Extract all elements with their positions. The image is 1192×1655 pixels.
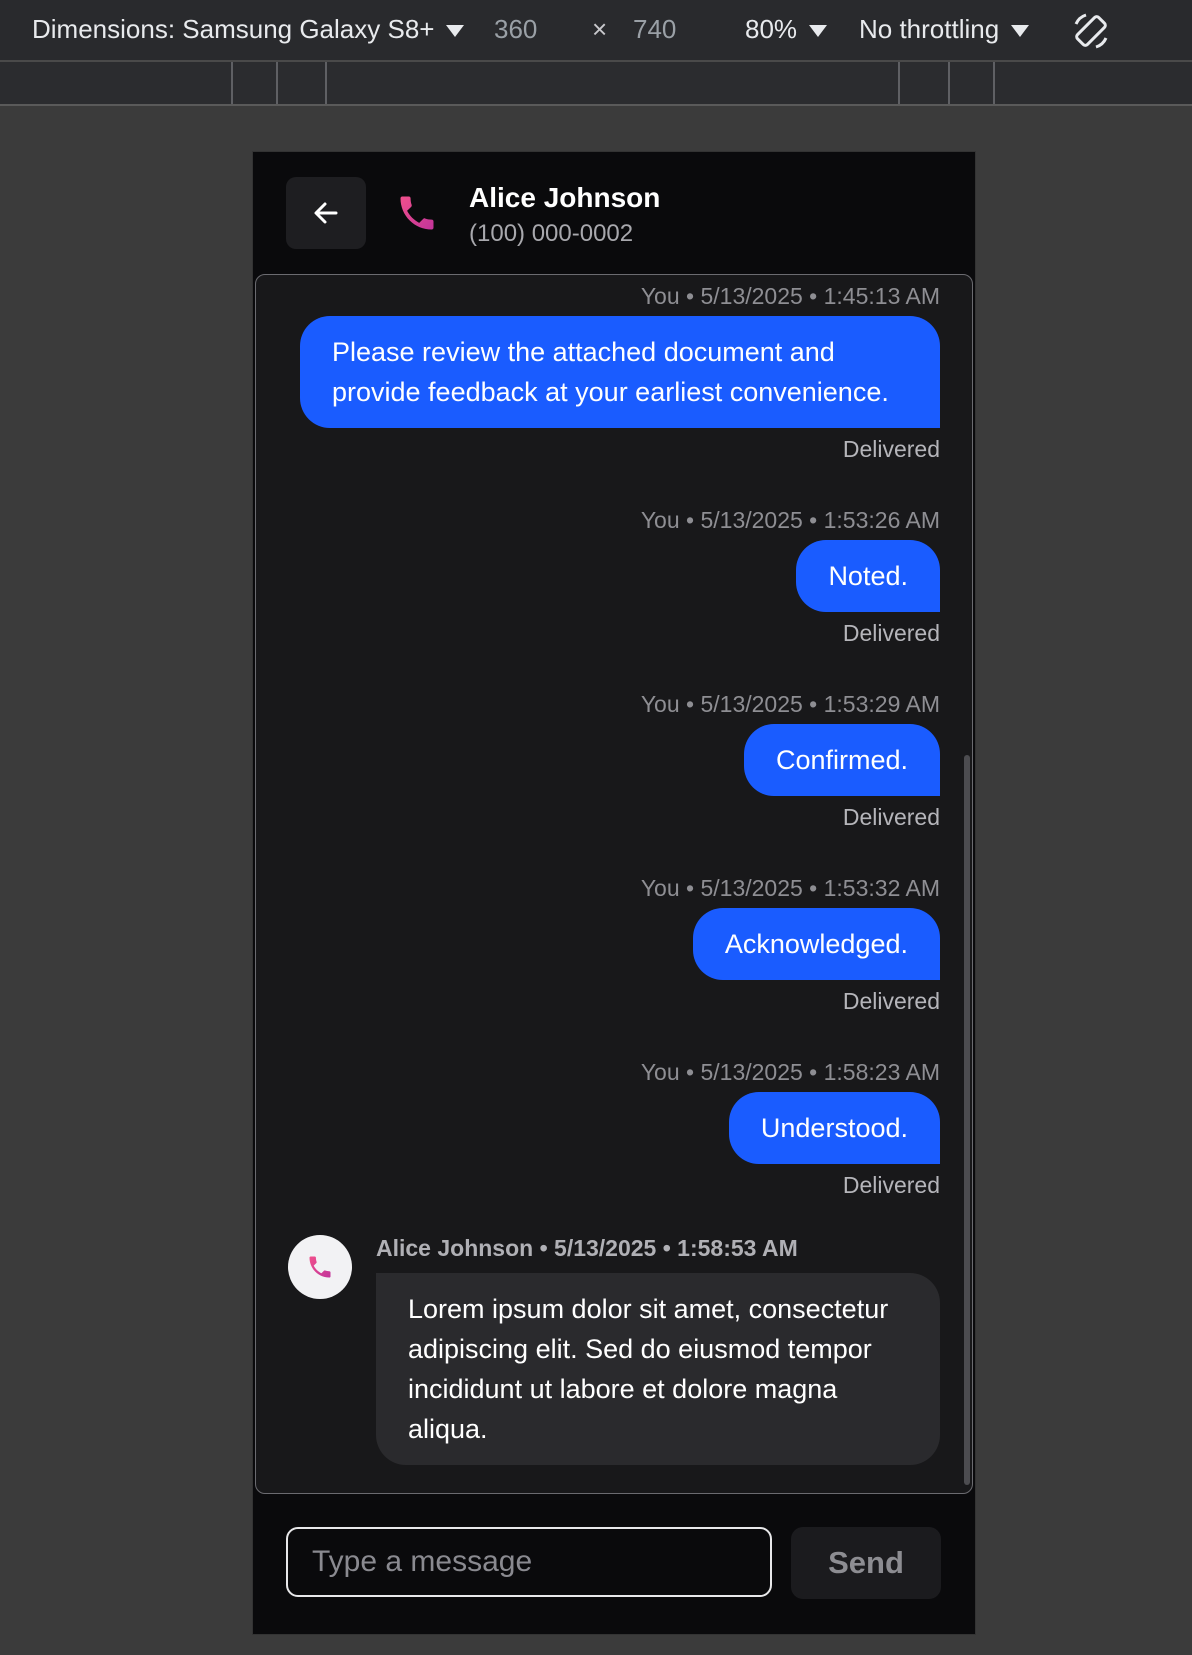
message-status: Delivered bbox=[842, 988, 940, 1014]
message-outgoing: You • 5/13/2025 • 1:53:32 AM Acknowledge… bbox=[641, 875, 940, 1015]
chevron-down-icon bbox=[809, 25, 828, 38]
ruler-tick[interactable] bbox=[276, 62, 278, 104]
chevron-down-icon bbox=[1011, 25, 1030, 38]
message-meta: You • 5/13/2025 • 1:45:13 AM bbox=[640, 283, 940, 309]
device-label: Dimensions: Samsung Galaxy S8+ bbox=[32, 14, 435, 44]
message-status: Delivered bbox=[842, 1172, 940, 1198]
message-bubble: Noted. bbox=[796, 540, 940, 612]
chevron-down-icon bbox=[446, 25, 465, 38]
ruler-tick[interactable] bbox=[898, 62, 900, 104]
message-outgoing: You • 5/13/2025 • 1:53:26 AM Noted. Deli… bbox=[641, 507, 940, 647]
width-input[interactable]: 360 bbox=[494, 14, 537, 45]
message-bubble: Please review the attached document and … bbox=[300, 316, 940, 428]
send-button[interactable]: Send bbox=[791, 1527, 941, 1599]
rotate-icon[interactable] bbox=[1070, 10, 1112, 59]
phone-icon bbox=[309, 1256, 331, 1278]
throttling-label: No throttling bbox=[859, 14, 1000, 44]
throttling-selector[interactable]: No throttling bbox=[859, 14, 1030, 45]
zoom-selector[interactable]: 80% bbox=[745, 14, 828, 45]
scrollbar-thumb[interactable] bbox=[964, 755, 970, 1485]
contact-number: (100) 000-0002 bbox=[469, 220, 634, 247]
message-outgoing: You • 5/13/2025 • 1:45:13 AM Please revi… bbox=[300, 283, 940, 463]
contact-name: Alice Johnson bbox=[469, 182, 661, 213]
message-meta: You • 5/13/2025 • 1:53:26 AM bbox=[640, 507, 940, 533]
ruler-tick[interactable] bbox=[325, 62, 327, 104]
ruler-tick[interactable] bbox=[948, 62, 950, 104]
message-outgoing: You • 5/13/2025 • 1:53:29 AM Confirmed. … bbox=[641, 691, 940, 831]
message-status: Delivered bbox=[842, 804, 940, 830]
message-bubble: Lorem ipsum dolor sit amet, consectetur … bbox=[376, 1273, 940, 1465]
message-bubble: Understood. bbox=[728, 1092, 940, 1164]
message-meta: You • 5/13/2025 • 1:53:29 AM bbox=[640, 691, 940, 717]
message-composer: Send bbox=[253, 1494, 975, 1634]
message-input[interactable] bbox=[286, 1527, 772, 1597]
ruler-tick[interactable] bbox=[231, 62, 233, 104]
chat-header: Alice Johnson (100) 000-0002 bbox=[253, 152, 975, 272]
avatar bbox=[288, 1235, 352, 1299]
device-selector[interactable]: Dimensions: Samsung Galaxy S8+ bbox=[32, 14, 465, 45]
message-status: Delivered bbox=[842, 620, 940, 646]
devtools-toolbar: Dimensions: Samsung Galaxy S8+ 360 × 740… bbox=[0, 0, 1192, 62]
media-query-ruler bbox=[0, 62, 1192, 106]
message-status: Delivered bbox=[842, 436, 940, 462]
message-meta: You • 5/13/2025 • 1:58:23 AM bbox=[640, 1059, 940, 1085]
arrow-left-icon bbox=[314, 202, 338, 224]
phone-icon bbox=[400, 196, 434, 230]
zoom-label: 80% bbox=[745, 14, 798, 44]
ruler-tick[interactable] bbox=[993, 62, 995, 104]
message-outgoing: You • 5/13/2025 • 1:58:23 AM Understood.… bbox=[641, 1059, 940, 1199]
back-button[interactable] bbox=[286, 177, 366, 249]
message-bubble: Confirmed. bbox=[743, 724, 940, 796]
height-input[interactable]: 740 bbox=[633, 14, 676, 45]
times-icon: × bbox=[592, 14, 608, 44]
message-bubble: Acknowledged. bbox=[692, 908, 940, 980]
device-viewport: Alice Johnson (100) 000-0002 You • 5/13/… bbox=[252, 151, 976, 1635]
message-incoming: Alice Johnson • 5/13/2025 • 1:58:53 AM L… bbox=[288, 1235, 940, 1475]
message-meta: Alice Johnson • 5/13/2025 • 1:58:53 AM bbox=[376, 1235, 798, 1261]
message-meta: You • 5/13/2025 • 1:53:32 AM bbox=[640, 875, 940, 901]
message-list[interactable]: You • 5/13/2025 • 1:45:13 AM Please revi… bbox=[255, 274, 973, 1494]
